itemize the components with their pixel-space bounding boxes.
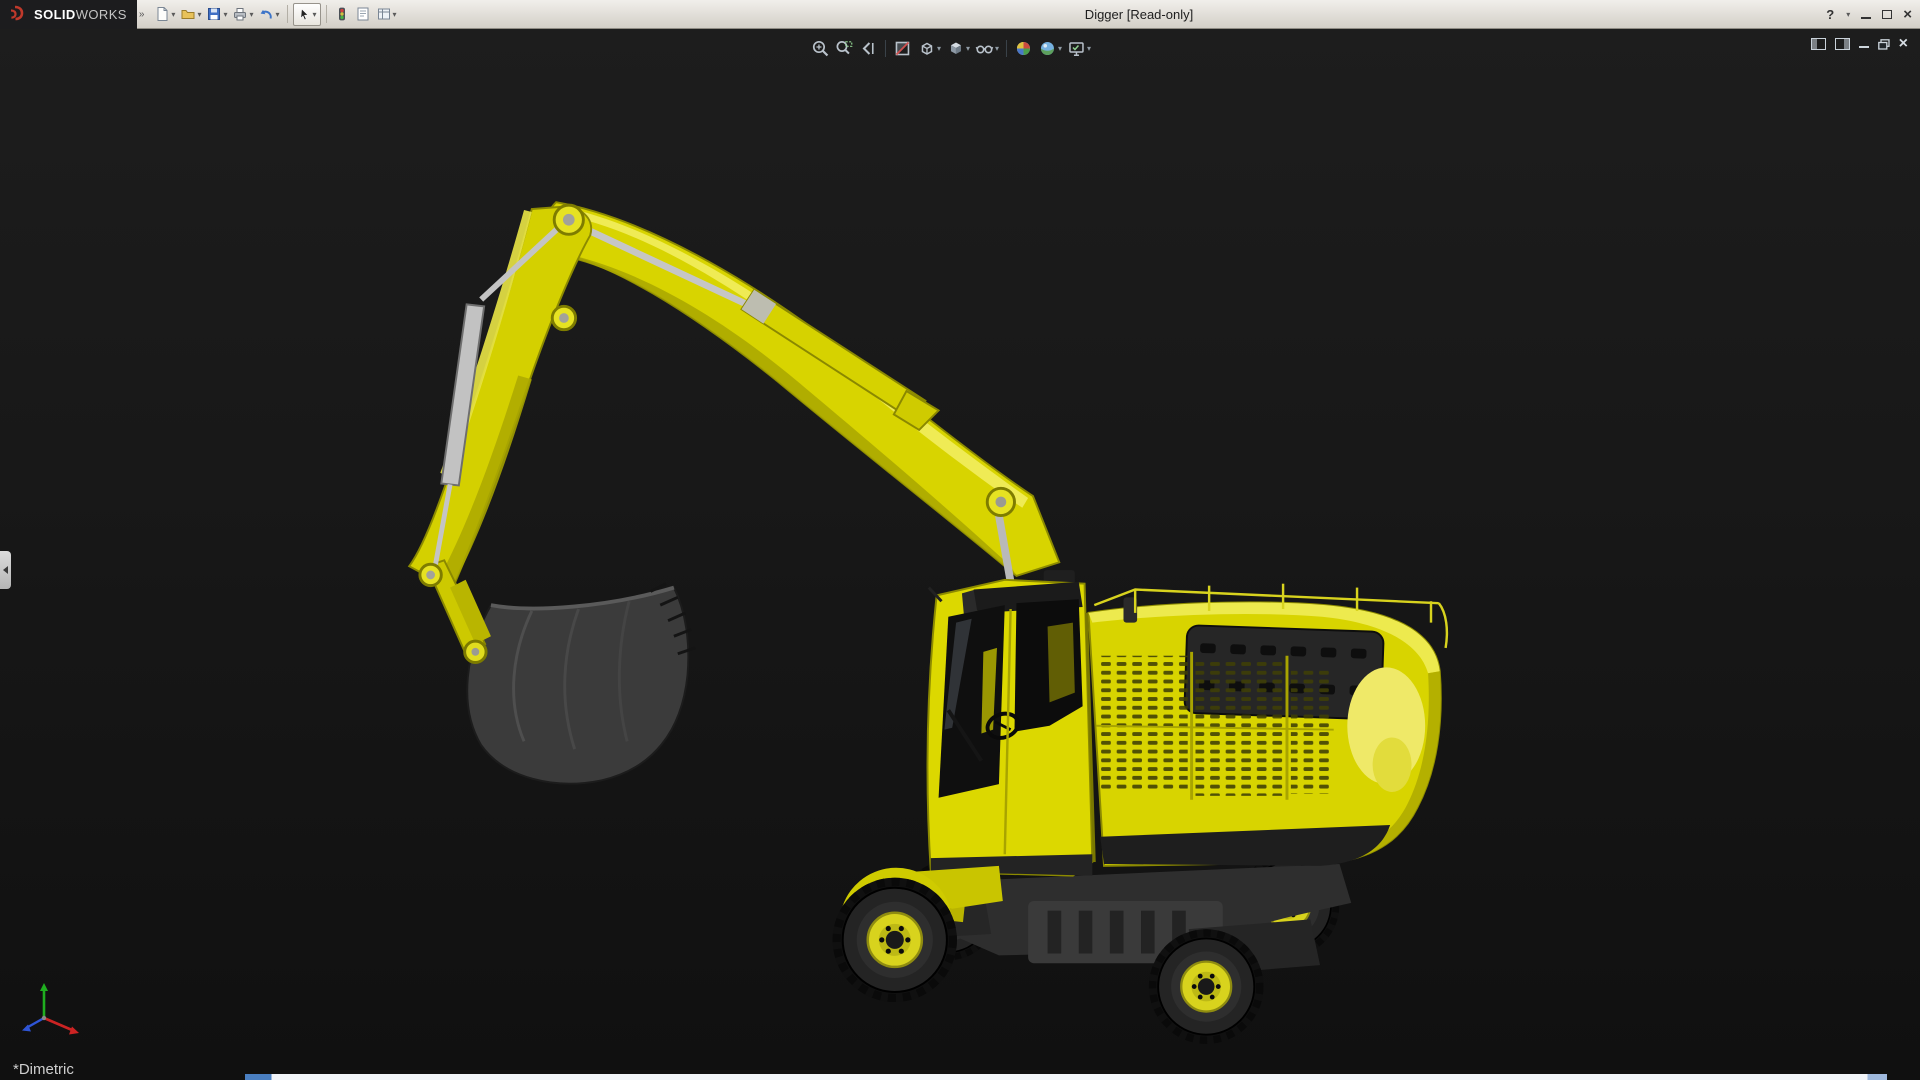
wheel-front-near[interactable] [833, 878, 957, 1002]
view-orientation-button[interactable]: ▾ [915, 35, 943, 61]
toolbar-divider [287, 5, 288, 23]
window-title: Digger [Read-only] [1085, 0, 1193, 29]
undo-button[interactable]: ▾ [256, 3, 281, 26]
triad-x-axis[interactable] [44, 1018, 72, 1030]
close-button[interactable]: × [1903, 7, 1912, 22]
undo-arrow-icon [258, 6, 274, 22]
solidworks-logo: SOLIDWORKS [0, 0, 137, 29]
dassault-3ds-logo-icon [7, 5, 29, 23]
zoom-to-area-button[interactable] [833, 35, 856, 61]
viewport-canvas[interactable]: ▾ ▾ ▾ [0, 29, 1920, 1080]
previous-view-icon [859, 39, 878, 58]
rebuild-button[interactable] [332, 3, 352, 26]
wheel-rear-near[interactable] [1149, 929, 1264, 1044]
new-document-button[interactable]: ▾ [152, 3, 177, 26]
toolbar-overflow-chevron[interactable]: » [139, 9, 145, 20]
edit-appearance-button[interactable] [1012, 35, 1035, 61]
bucket[interactable] [467, 584, 695, 784]
show-left-pane-icon[interactable] [1811, 38, 1826, 50]
triad-z-axis[interactable] [28, 1018, 44, 1027]
print-icon [232, 6, 248, 22]
print-button[interactable]: ▾ [230, 3, 255, 26]
section-view-icon [893, 39, 912, 58]
section-view-button[interactable] [891, 35, 914, 61]
hide-show-items-button[interactable]: ▾ [973, 35, 1001, 61]
model-digger[interactable] [0, 29, 1920, 1080]
toolbar-divider [326, 5, 327, 23]
reference-triad[interactable] [14, 978, 92, 1050]
collapse-arrow-icon [3, 566, 8, 574]
collapsed-panel-tab[interactable] [0, 551, 11, 589]
view-settings-icon [1067, 39, 1086, 58]
toolbar-divider [1006, 40, 1007, 57]
open-folder-icon [180, 6, 196, 22]
display-style-button[interactable]: ▾ [944, 35, 972, 61]
previous-view-button[interactable] [857, 35, 880, 61]
toolbar-divider [885, 40, 886, 57]
zoom-to-area-icon [835, 39, 854, 58]
open-document-button[interactable]: ▾ [178, 3, 203, 26]
side-grille [1291, 667, 1334, 794]
apply-scene-button[interactable]: ▾ [1036, 35, 1064, 61]
select-tool-button[interactable]: ▾ [293, 3, 321, 26]
cab[interactable] [928, 570, 1095, 876]
show-right-pane-icon[interactable] [1835, 38, 1850, 50]
upper-body[interactable] [1088, 584, 1446, 866]
document-close-button[interactable]: × [1899, 36, 1908, 52]
select-cursor-icon [297, 7, 312, 22]
document-restore-button[interactable] [1878, 39, 1890, 50]
minimize-button[interactable] [1861, 11, 1871, 19]
taskbar-edge[interactable] [245, 1074, 1887, 1080]
brand-wordmark: SOLIDWORKS [34, 7, 127, 22]
new-document-icon [154, 6, 170, 22]
file-properties-button[interactable] [353, 3, 373, 26]
save-floppy-icon [206, 6, 222, 22]
heads-up-view-toolbar: ▾ ▾ ▾ [809, 35, 1093, 61]
document-window-controls: × [1811, 36, 1908, 52]
view-settings-button[interactable]: ▾ [1065, 35, 1093, 61]
edit-appearance-ball-icon [1014, 39, 1033, 58]
standard-toolbar: ▾ ▾ ▾ ▾ ▾ [148, 3, 398, 26]
stick-arm [409, 206, 591, 589]
zoom-to-fit-icon [811, 39, 830, 58]
document-minimize-button[interactable] [1859, 40, 1869, 48]
options-table-icon [376, 6, 392, 22]
rebuild-stoplight-icon [334, 6, 350, 22]
zoom-to-fit-button[interactable] [809, 35, 832, 61]
window-controls: ? ▾ × [1826, 0, 1912, 29]
file-properties-icon [355, 6, 371, 22]
app-titlebar: SOLIDWORKS » ▾ ▾ ▾ ▾ [0, 0, 1920, 29]
help-caret-icon[interactable]: ▾ [1846, 10, 1850, 19]
apply-scene-sphere-icon [1038, 39, 1057, 58]
view-orientation-cube-icon [917, 39, 936, 58]
restore-button[interactable] [1882, 10, 1892, 19]
options-button[interactable]: ▾ [374, 3, 399, 26]
help-button[interactable]: ? [1826, 7, 1834, 22]
hide-show-glasses-icon [975, 39, 994, 58]
view-orientation-label: *Dimetric [13, 1061, 74, 1078]
display-style-icon [946, 39, 965, 58]
side-grille [1100, 656, 1188, 792]
save-button[interactable]: ▾ [204, 3, 229, 26]
